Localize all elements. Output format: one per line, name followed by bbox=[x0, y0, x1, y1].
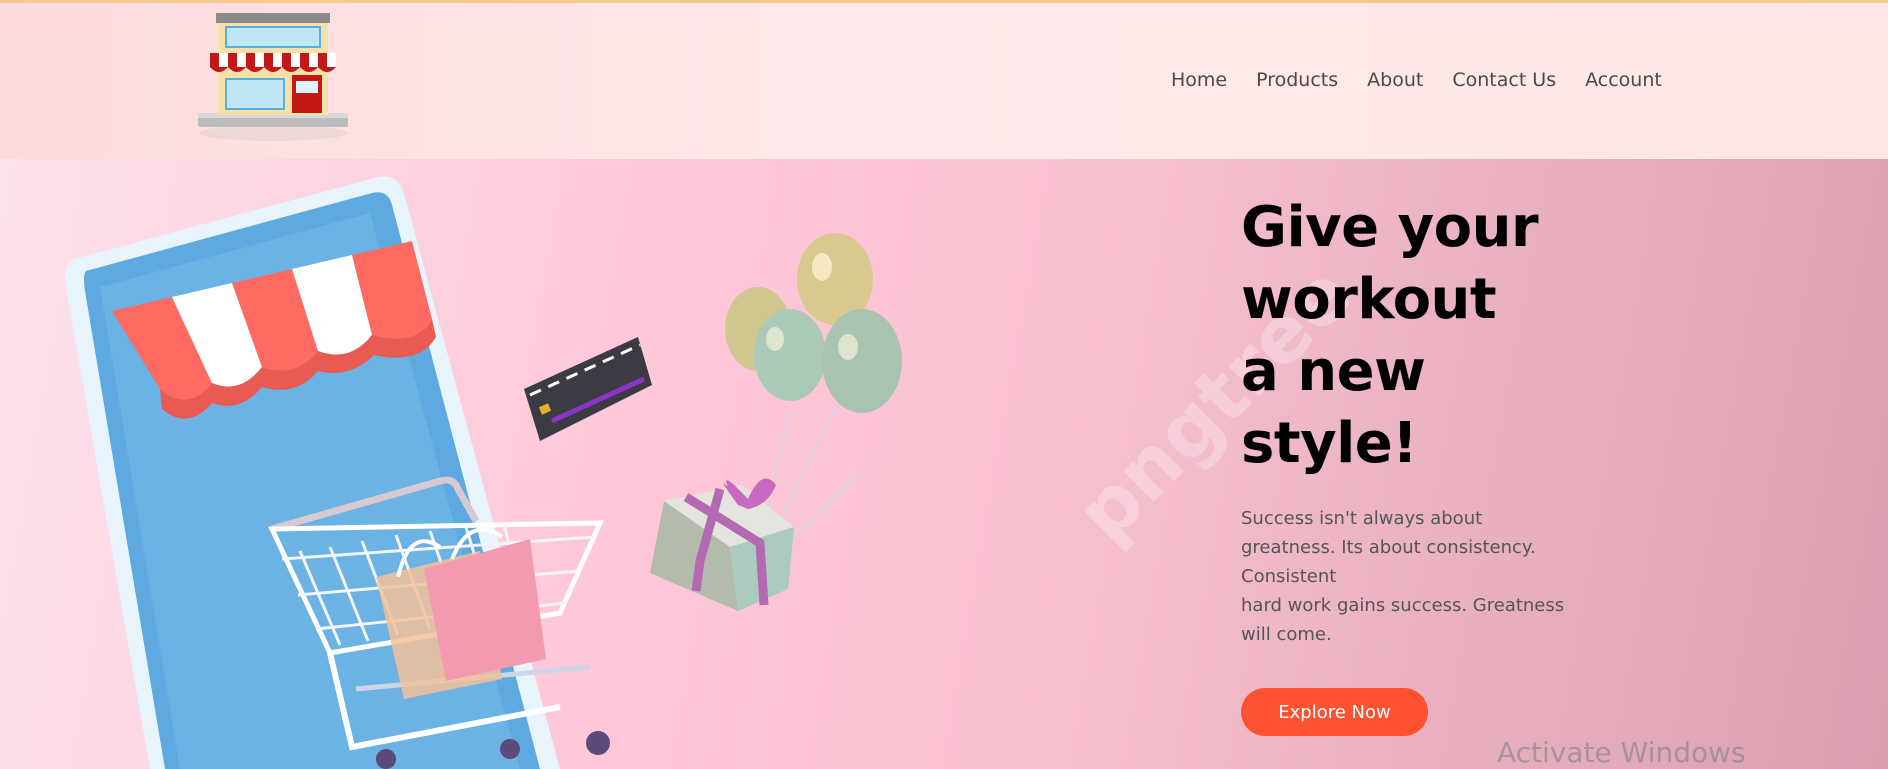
hero-heading-line: Give your bbox=[1241, 195, 1539, 260]
hero-content: Give your workout a new style! Success i… bbox=[1241, 192, 1621, 649]
credit-card-icon bbox=[524, 337, 652, 441]
hero-description: Success isn't always about greatness. It… bbox=[1241, 504, 1601, 649]
hero-heading: Give your workout a new style! bbox=[1241, 192, 1601, 480]
nav-contact-us[interactable]: Contact Us bbox=[1452, 69, 1556, 91]
activate-windows-watermark: Activate Windows bbox=[1497, 736, 1746, 769]
nav-home[interactable]: Home bbox=[1171, 69, 1227, 91]
main-nav: Home Products About Contact Us Account bbox=[1171, 69, 1691, 91]
nav-account[interactable]: Account bbox=[1585, 69, 1662, 91]
nav-products[interactable]: Products bbox=[1256, 69, 1338, 91]
hero-section: pngtree pngtree bbox=[0, 159, 1888, 769]
hero-description-line: Consistent bbox=[1241, 566, 1337, 587]
hero-heading-line: a new bbox=[1241, 339, 1426, 404]
hero-heading-line: style! bbox=[1241, 411, 1418, 476]
site-header: Home Products About Contact Us Account bbox=[0, 3, 1888, 159]
storefront-icon[interactable] bbox=[196, 9, 350, 143]
hero-heading-line: workout bbox=[1241, 267, 1497, 332]
nav-about[interactable]: About bbox=[1367, 69, 1423, 91]
hero-description-line: greatness. Its about consistency. bbox=[1241, 537, 1536, 558]
explore-now-button[interactable]: Explore Now bbox=[1241, 688, 1428, 736]
hero-description-line: will come. bbox=[1241, 624, 1332, 645]
hero-description-line: Success isn't always about bbox=[1241, 508, 1483, 529]
gift-box-icon bbox=[650, 478, 794, 611]
hero-illustration bbox=[65, 176, 902, 769]
hero-description-line: hard work gains success. Greatness bbox=[1241, 595, 1565, 616]
